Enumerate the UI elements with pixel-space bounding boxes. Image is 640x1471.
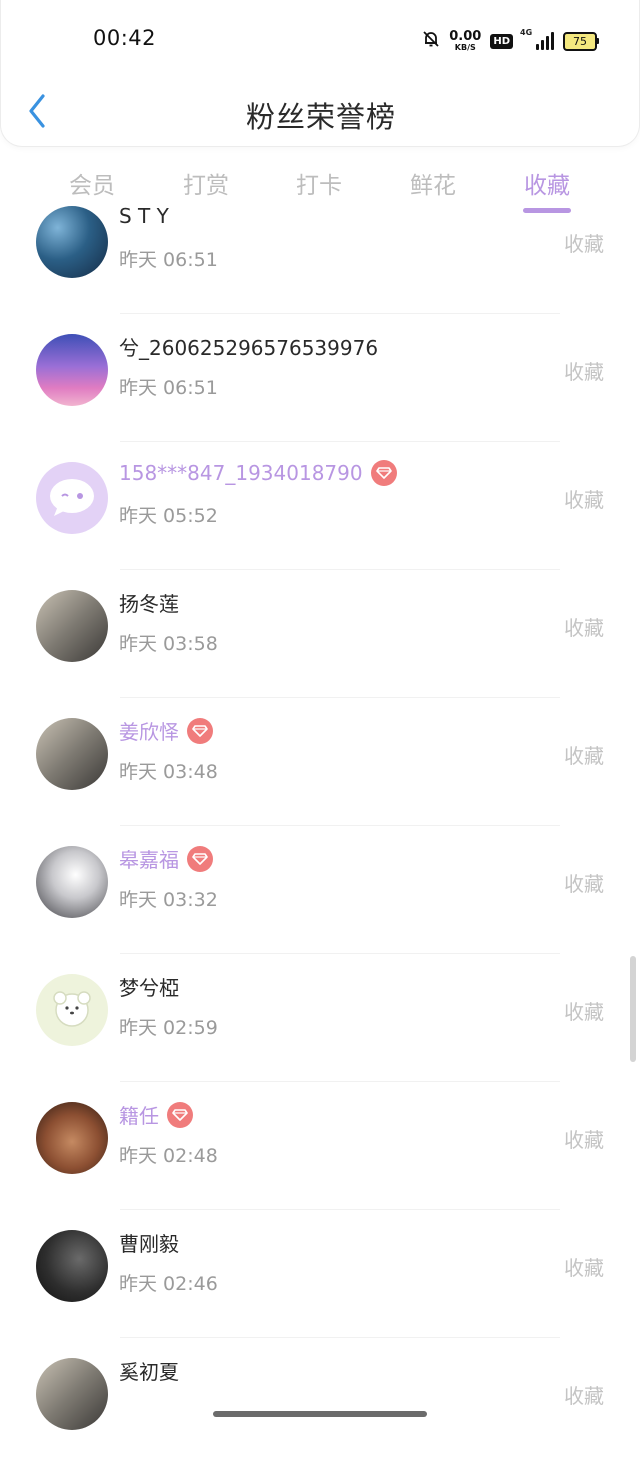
user-name: 梦兮椏: [119, 972, 179, 1001]
user-name: 奚初夏: [119, 1356, 179, 1385]
favorite-time: 昨天 03:48: [119, 761, 218, 783]
user-name: 籍任: [119, 1100, 193, 1129]
list-item[interactable]: 奚初夏收藏: [0, 1344, 640, 1471]
status-time: 00:42: [93, 26, 157, 50]
user-name-text: 扬冬莲: [119, 592, 179, 616]
hd-icon: HD: [490, 33, 513, 49]
row-divider: [120, 1081, 560, 1082]
list-item[interactable]: 兮_260625296576539976 昨天 06:51 收藏: [0, 320, 640, 447]
row-divider: [120, 1337, 560, 1338]
list-item[interactable]: S T Y 昨天 06:51 收藏: [0, 192, 640, 319]
status-icons: 0.00 KB/S HD 4G 75: [422, 26, 599, 56]
user-name-text: 兮_260625296576539976: [119, 336, 379, 360]
list-item[interactable]: 皋嘉福昨天 03:32 收藏: [0, 832, 640, 959]
row-divider: [120, 1209, 560, 1210]
row-divider: [120, 825, 560, 826]
list-item[interactable]: 158***847_1934018790 昨天 05:52 收藏: [0, 448, 640, 575]
favorite-action-label[interactable]: 收藏: [564, 612, 604, 641]
row-divider: [120, 441, 560, 442]
vip-diamond-icon: [187, 845, 213, 872]
home-indicator[interactable]: [213, 1411, 427, 1417]
avatar[interactable]: [36, 1102, 108, 1174]
list-item[interactable]: 扬冬莲昨天 03:58 收藏: [0, 576, 640, 703]
user-name-text: 姜欣怿: [119, 720, 179, 744]
user-name-text: S T Y: [119, 204, 169, 228]
network-speed-unit: KB/S: [454, 43, 476, 52]
user-name: 兮_260625296576539976: [119, 332, 378, 361]
favorite-time: 昨天 02:46: [119, 1273, 218, 1295]
avatar[interactable]: [36, 718, 108, 790]
network-speed: 0.00 KB/S: [449, 30, 481, 52]
favorite-action-label[interactable]: 收藏: [564, 1252, 604, 1281]
favorite-action-label[interactable]: 收藏: [564, 996, 604, 1025]
user-name: 扬冬莲: [119, 588, 179, 617]
avatar[interactable]: [36, 206, 108, 278]
favorite-time: 昨天 03:58: [119, 633, 218, 655]
favorite-action-label[interactable]: 收藏: [564, 356, 604, 385]
favorite-time: 昨天 06:51: [119, 249, 218, 271]
bell-muted-icon: [422, 30, 440, 52]
avatar[interactable]: [36, 974, 108, 1046]
row-divider: [120, 697, 560, 698]
user-name-text: 奚初夏: [119, 1360, 179, 1384]
battery-level: 75: [563, 31, 597, 51]
row-divider: [120, 953, 560, 954]
favorite-time: 昨天 05:52: [119, 505, 218, 527]
favorite-time: 昨天 03:32: [119, 889, 218, 911]
user-name-text: 梦兮椏: [119, 976, 179, 1000]
avatar[interactable]: [36, 846, 108, 918]
user-name: 皋嘉福: [119, 844, 213, 873]
vip-diamond-icon: [370, 460, 397, 486]
user-name: 曹刚毅: [119, 1228, 179, 1257]
list-item[interactable]: 籍任昨天 02:48 收藏: [0, 1088, 640, 1215]
avatar[interactable]: [36, 462, 108, 534]
favorite-action-label[interactable]: 收藏: [564, 1124, 604, 1153]
signal-icon: 4G: [520, 28, 554, 50]
battery-icon: 75: [563, 31, 599, 51]
favorite-action-label[interactable]: 收藏: [564, 740, 604, 769]
favorite-time: 昨天 02:48: [119, 1145, 218, 1167]
user-name-text: 皋嘉福: [119, 848, 179, 872]
avatar[interactable]: [36, 1230, 108, 1302]
bear-doodle-icon: [53, 991, 91, 1027]
favorite-time: 昨天 02:59: [119, 1017, 218, 1039]
list-item[interactable]: 梦兮椏昨天 02:59 收藏: [0, 960, 640, 1087]
avatar[interactable]: [36, 334, 108, 406]
row-divider: [120, 569, 560, 570]
scrollbar[interactable]: [630, 956, 636, 1062]
favorite-action-label[interactable]: 收藏: [564, 484, 604, 513]
favorite-action-label[interactable]: 收藏: [564, 228, 604, 257]
user-name-text: 曹刚毅: [119, 1232, 179, 1256]
list-item[interactable]: 曹刚毅昨天 02:46 收藏: [0, 1216, 640, 1343]
favorite-action-label[interactable]: 收藏: [564, 1380, 604, 1409]
user-name: 158***847_1934018790: [119, 460, 397, 486]
avatar[interactable]: [36, 590, 108, 662]
row-divider: [120, 313, 560, 314]
chat-bubble-icon: [50, 479, 94, 516]
list-item[interactable]: 姜欣怿昨天 03:48 收藏: [0, 704, 640, 831]
vip-diamond-icon: [167, 1101, 193, 1128]
vip-diamond-icon: [187, 717, 213, 744]
network-type: 4G: [520, 28, 533, 37]
favorite-time: 昨天 06:51: [119, 377, 218, 399]
avatar[interactable]: [36, 1358, 108, 1430]
user-name-text: 籍任: [119, 1104, 159, 1128]
user-name-text: 158***847_1934018790: [119, 461, 363, 485]
page-title: 粉丝荣誉榜: [245, 100, 396, 134]
network-speed-value: 0.00: [449, 29, 482, 44]
header-card: 00:42 0.00 KB/S HD 4G 75 粉丝荣誉榜: [0, 0, 640, 147]
favorite-action-label[interactable]: 收藏: [564, 868, 604, 897]
user-name: 姜欣怿: [119, 716, 213, 745]
user-name: S T Y: [119, 204, 169, 228]
